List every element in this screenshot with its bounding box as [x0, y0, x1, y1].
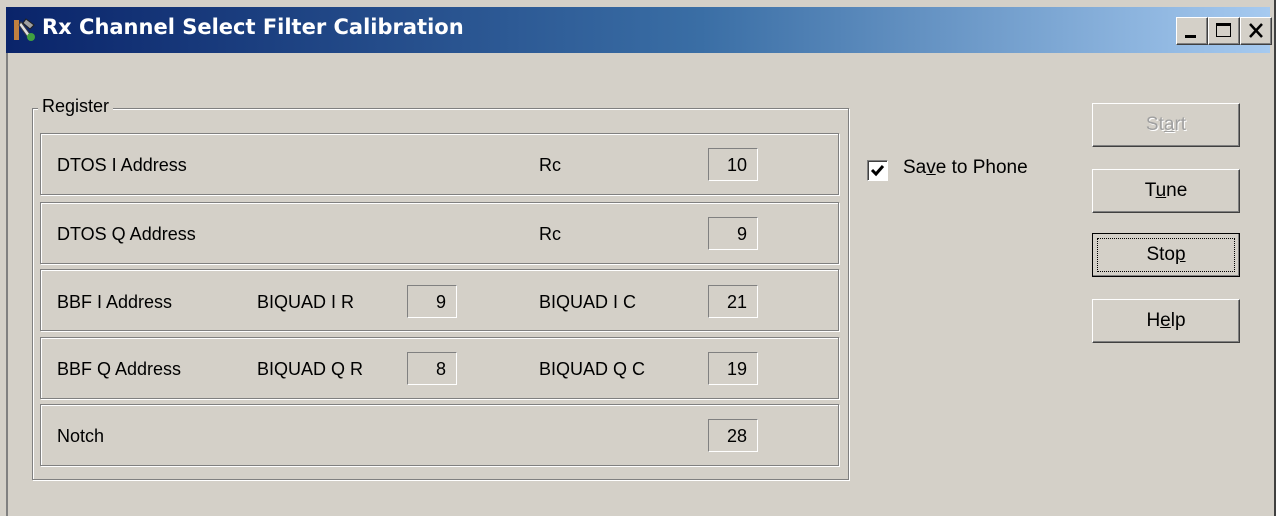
- biquad-c-label: BIQUAD I C: [539, 292, 637, 312]
- help-button[interactable]: Help: [1092, 299, 1240, 343]
- biquad-r-label: BIQUAD I R: [257, 292, 355, 312]
- start-button[interactable]: Start: [1092, 103, 1240, 147]
- label-part: ne: [1166, 180, 1188, 201]
- register-row-bbf-i: BBF I Address BIQUAD I R 9 BIQUAD I C 21: [40, 269, 839, 331]
- row-label: DTOS Q Address: [57, 224, 196, 244]
- checkmark-icon: [870, 165, 885, 177]
- biquad-r-value-field: 8: [407, 352, 457, 385]
- dialog-window: Rx Channel Select Filter Calibration Reg…: [0, 0, 1276, 516]
- biquad-r-label: BIQUAD Q R: [257, 359, 364, 379]
- minimize-button[interactable]: [1176, 17, 1208, 45]
- rc-value-field: 10: [708, 148, 758, 181]
- biquad-c-label: BIQUAD Q C: [539, 359, 646, 379]
- biquad-r-value-field: 9: [407, 285, 457, 318]
- register-row-dtos-q: DTOS Q Address Rc 9: [40, 202, 839, 264]
- save-to-phone-checkbox[interactable]: [867, 160, 888, 181]
- label-part: rt: [1174, 114, 1187, 135]
- rc-label: Rc: [539, 224, 561, 244]
- app-icon: [14, 18, 35, 41]
- focus-ring: [1097, 238, 1235, 272]
- label-part: lp: [1170, 310, 1186, 331]
- label-part: e to Phone: [935, 157, 1028, 178]
- label-accel: e: [1160, 310, 1171, 331]
- row-label: DTOS I Address: [57, 155, 187, 175]
- register-row-bbf-q: BBF Q Address BIQUAD Q R 8 BIQUAD Q C 19: [40, 337, 839, 399]
- window-title: Rx Channel Select Filter Calibration: [42, 15, 464, 39]
- window-edge: [6, 53, 8, 516]
- save-to-phone-label[interactable]: Save to Phone: [903, 157, 1028, 179]
- maximize-button[interactable]: [1208, 17, 1240, 45]
- tune-button[interactable]: Tune: [1092, 169, 1240, 213]
- label-part: T: [1144, 180, 1156, 201]
- rc-label: Rc: [539, 155, 561, 175]
- rc-value-field: 9: [708, 217, 758, 250]
- label-accel: v: [926, 157, 936, 178]
- label-part: H: [1146, 310, 1161, 331]
- title-bar[interactable]: Rx Channel Select Filter Calibration: [6, 7, 1272, 53]
- row-label: Notch: [57, 426, 105, 446]
- label-part: St: [1145, 114, 1164, 135]
- minimize-icon: [1185, 35, 1196, 38]
- close-icon: [1249, 23, 1263, 38]
- label-accel: u: [1155, 180, 1167, 201]
- register-group-label: Register: [38, 96, 114, 117]
- register-row-notch: Notch 28: [40, 404, 839, 466]
- maximize-icon: [1216, 23, 1231, 37]
- close-button[interactable]: [1240, 17, 1272, 45]
- row-label: BBF Q Address: [57, 359, 182, 379]
- register-row-dtos-i: DTOS I Address Rc 10: [40, 133, 839, 195]
- biquad-c-value-field: 19: [708, 352, 758, 385]
- label-accel: a: [1163, 114, 1175, 135]
- row-label: BBF I Address: [57, 292, 173, 312]
- label-part: Sa: [903, 157, 927, 178]
- biquad-c-value-field: 21: [708, 285, 758, 318]
- stop-button[interactable]: Stop: [1092, 233, 1240, 277]
- notch-value-field: 28: [708, 419, 758, 452]
